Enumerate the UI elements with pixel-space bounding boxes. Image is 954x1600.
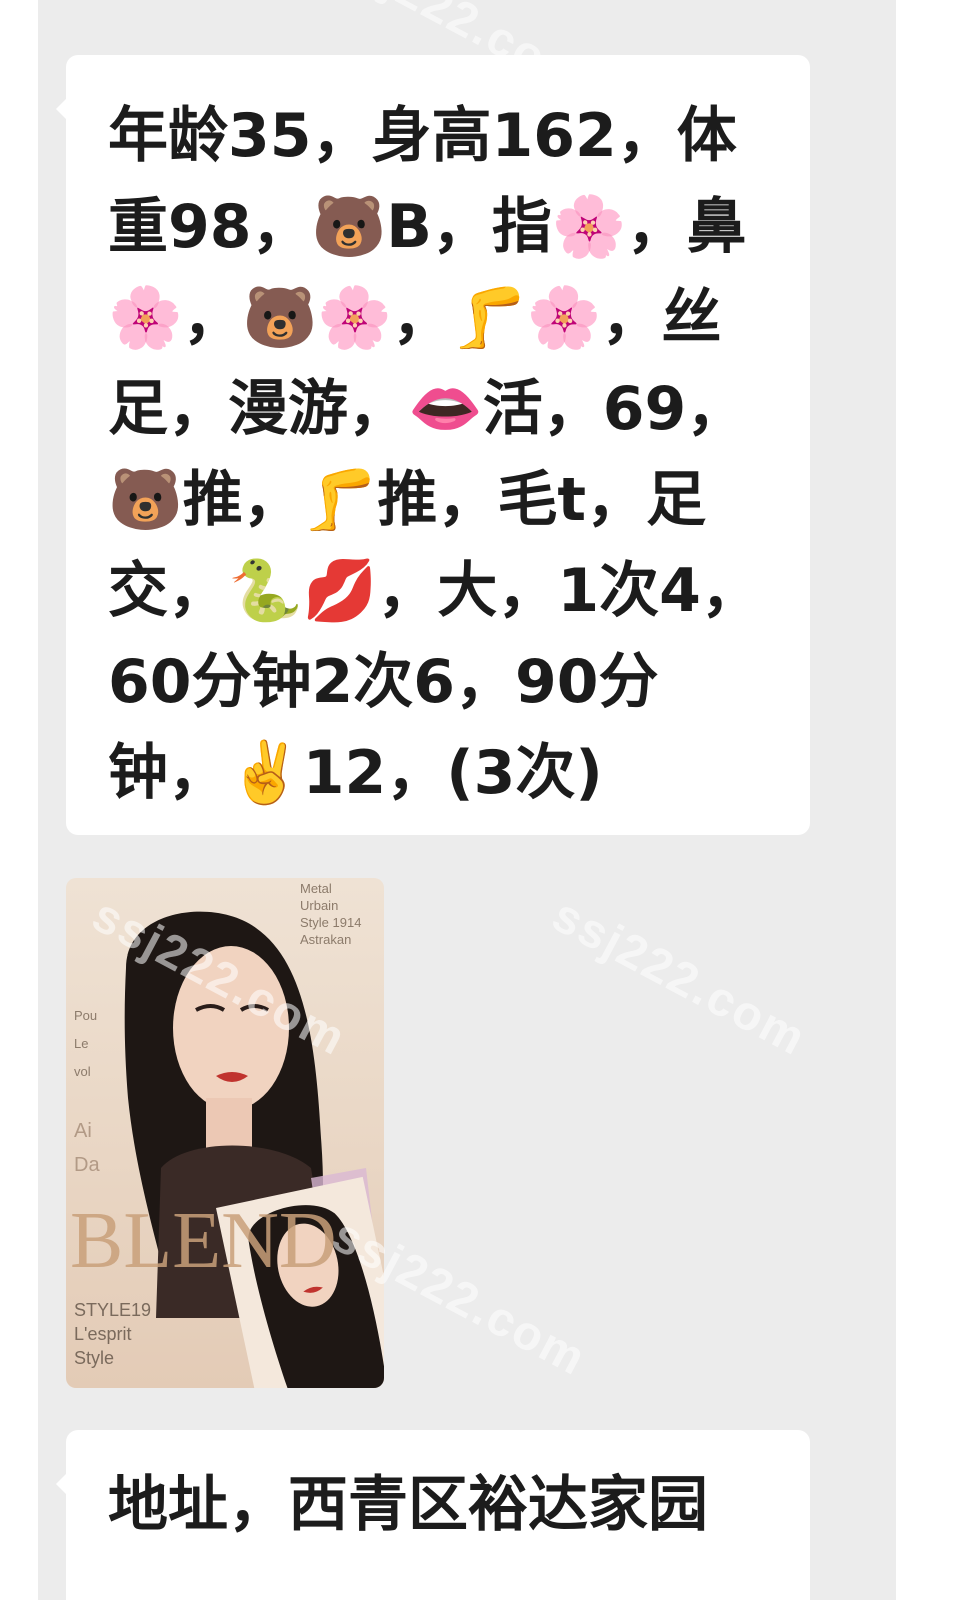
magazine-big-word: BLEND: [70, 1197, 337, 1285]
message-bubble[interactable]: 年龄35，身高162，体重98，🐻B，指🌸，鼻🌸，🐻🌸，🦵🌸，丝足，漫游，👄活，…: [56, 55, 810, 835]
magazine-caption-left: Pou Le vol: [74, 1008, 98, 1079]
magazine-caption-mid: Ai Da: [74, 1120, 100, 1176]
message-text: 年龄35，身高162，体重98，🐻B，指🌸，鼻🌸，🐻🌸，🦵🌸，丝足，漫游，👄活，…: [108, 101, 761, 808]
magazine-caption-top: Metal Urbain Style 1914 Astrakan: [300, 881, 362, 947]
magazine-caption-bottom: STYLE19 L'esprit Style: [74, 1300, 152, 1368]
message-text: 地址，西青区裕达家园: [108, 1470, 708, 1540]
message-bubble[interactable]: 地址，西青区裕达家园: [56, 1430, 810, 1600]
